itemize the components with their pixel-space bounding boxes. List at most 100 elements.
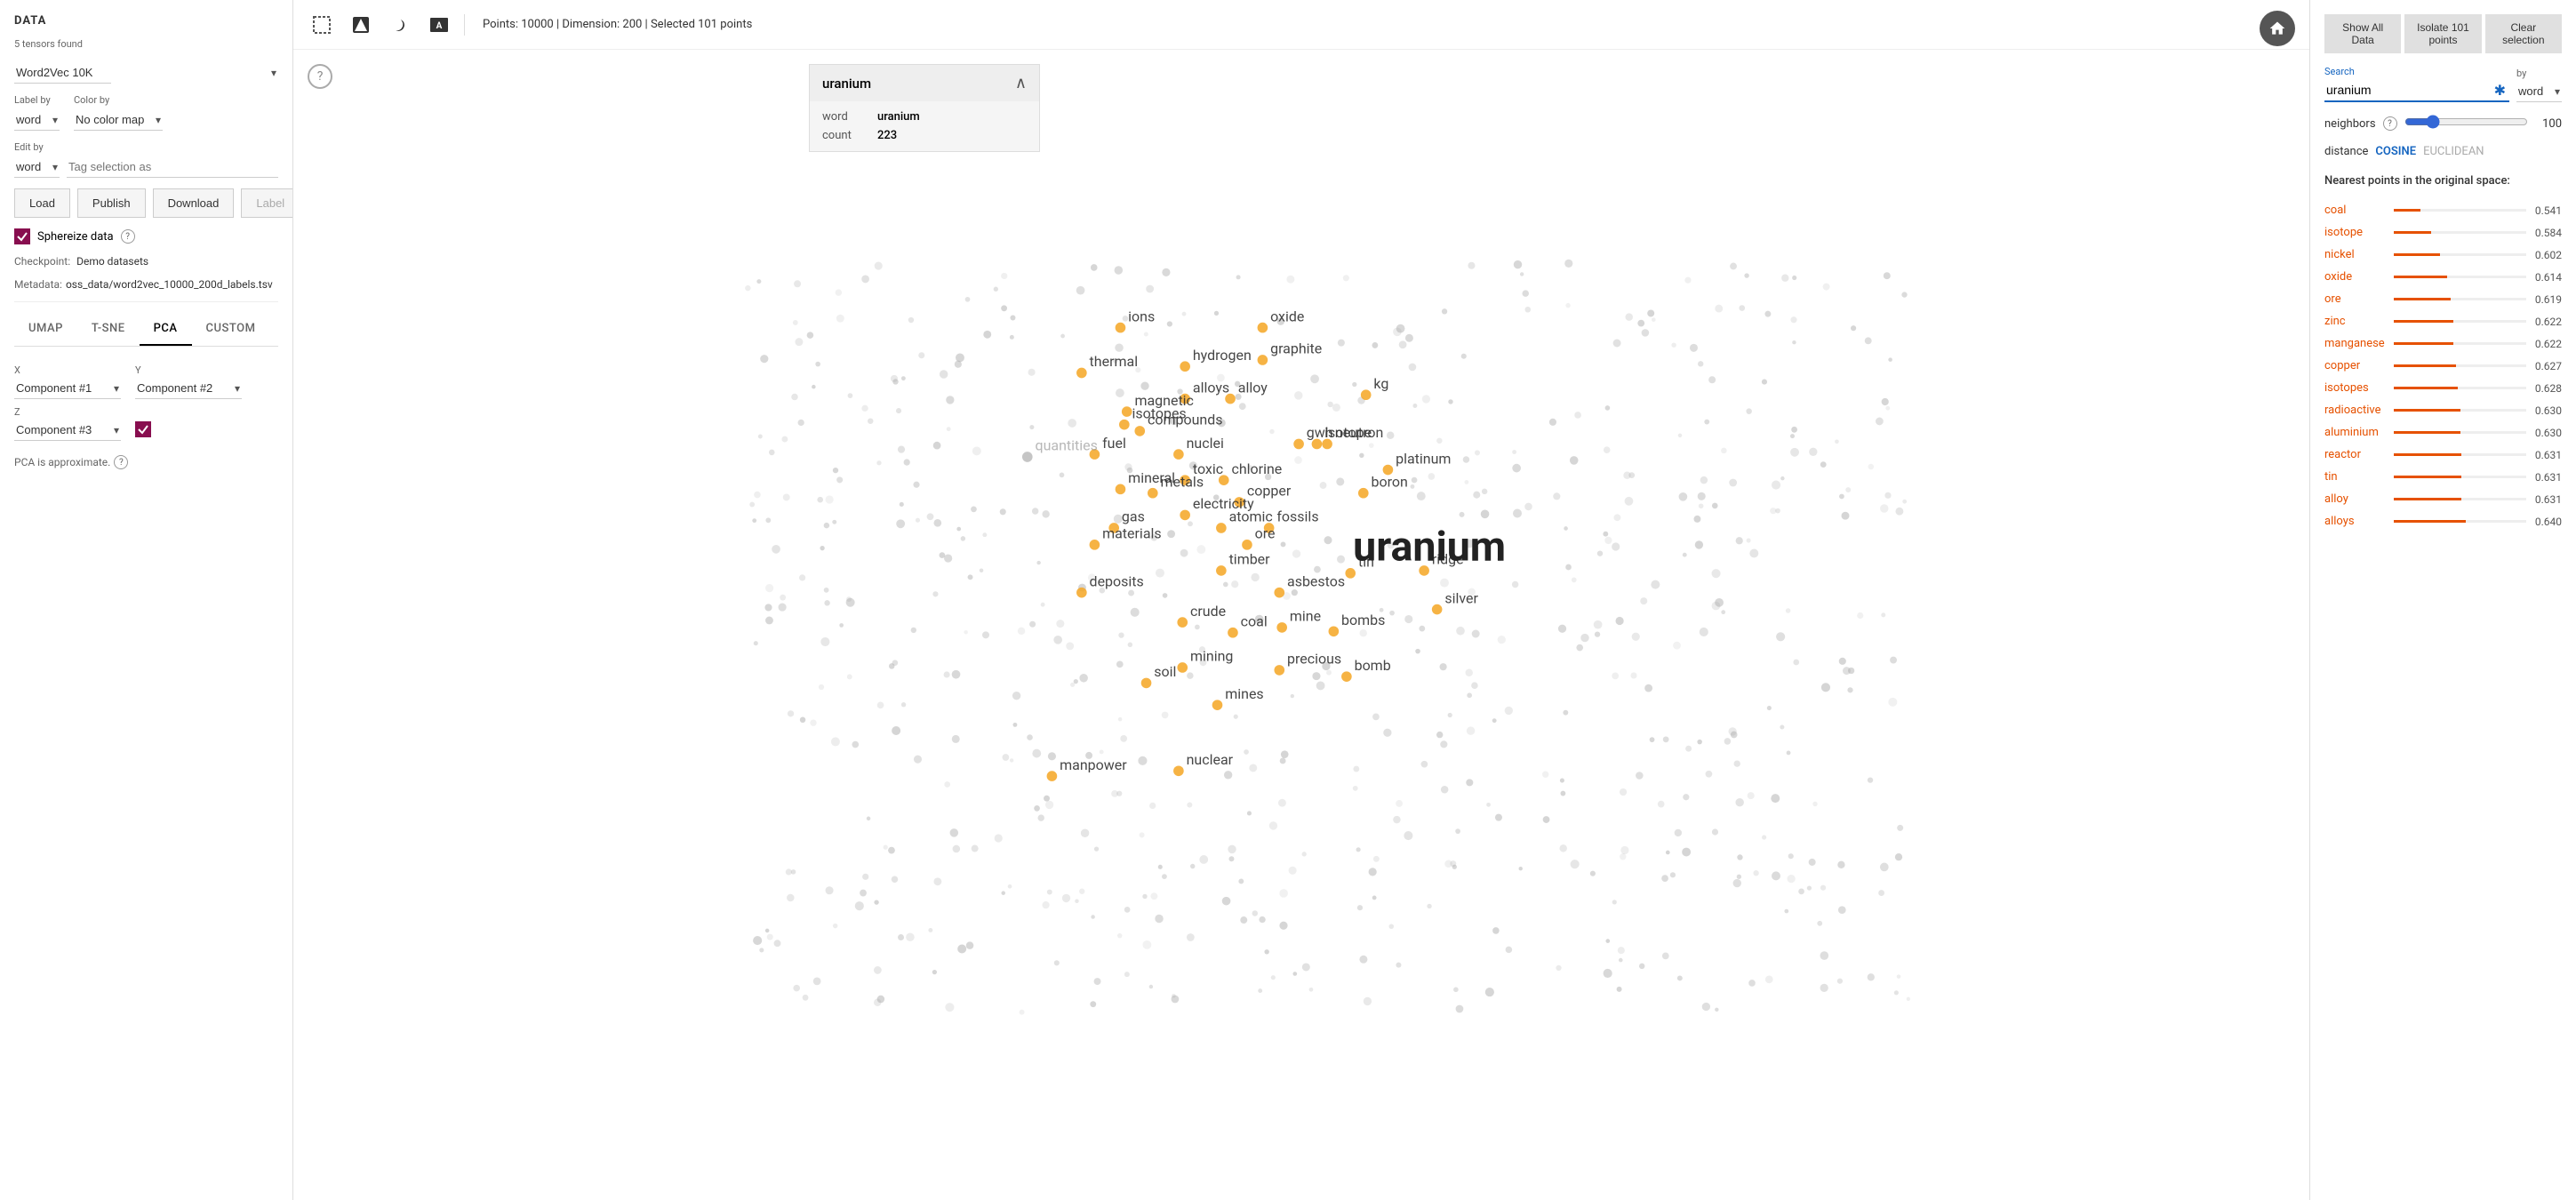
svg-text:crude: crude	[1190, 603, 1226, 620]
scatter-plot[interactable]: ionsthermalhydrogengraphiteoxidemagnetic…	[293, 50, 2309, 1200]
tab-umap[interactable]: UMAP	[14, 313, 77, 346]
z-select-wrap[interactable]: Component #3 ▾	[14, 420, 121, 441]
publish-button[interactable]: Publish	[77, 188, 146, 218]
svg-text:bomb: bomb	[1355, 657, 1391, 674]
svg-text:asbestos: asbestos	[1287, 572, 1345, 589]
z-select[interactable]: Component #3	[14, 420, 121, 441]
tab-t-sne[interactable]: T-SNE	[77, 313, 140, 346]
night-mode-icon[interactable]	[347, 11, 375, 39]
distance-euclidean-option[interactable]: EUCLIDEAN	[2423, 145, 2484, 158]
selection-rect-icon[interactable]	[308, 11, 336, 39]
isolate-points-button[interactable]: Isolate 101 points	[2404, 14, 2481, 53]
tooltip-word-key: word	[822, 110, 867, 124]
app-title: DATA	[14, 14, 278, 28]
edit-by-select[interactable]: word	[14, 156, 60, 178]
svg-text:isotopes: isotopes	[1132, 404, 1187, 421]
home-button[interactable]	[2260, 11, 2295, 46]
svg-text:nuclear: nuclear	[1187, 751, 1234, 768]
right-top-buttons: Show All Data Isolate 101 points Clear s…	[2324, 14, 2562, 53]
nearest-item-name[interactable]: nickel	[2324, 248, 2390, 261]
label-by-select[interactable]: word	[14, 109, 60, 131]
tab-custom[interactable]: CUSTOM	[192, 313, 270, 346]
load-button[interactable]: Load	[14, 188, 70, 218]
tab-pca[interactable]: PCA	[140, 313, 192, 346]
x-select-wrap[interactable]: Component #1 ▾	[14, 378, 121, 399]
nearest-item-name[interactable]: oxide	[2324, 270, 2390, 284]
search-row: Search ✱ by word ▾	[2324, 66, 2562, 102]
nearest-item-bar	[2394, 320, 2526, 323]
nearest-item-name[interactable]: copper	[2324, 359, 2390, 372]
checkpoint-label: Checkpoint:	[14, 255, 70, 268]
by-select-row: word ▾	[2516, 81, 2562, 102]
svg-text:alloys: alloys	[1193, 379, 1229, 396]
checkpoint-value: Demo datasets	[76, 255, 148, 268]
tag-selection-input[interactable]	[67, 156, 278, 178]
nearest-item-score: 0.584	[2530, 227, 2562, 239]
nearest-item-name[interactable]: zinc	[2324, 315, 2390, 328]
nearest-item-score: 0.630	[2530, 404, 2562, 417]
nearest-item: alloys0.640	[2324, 511, 2562, 532]
svg-text:materials: materials	[1102, 525, 1162, 542]
dataset-select-arrow: ▾	[271, 67, 276, 79]
by-select-wrap[interactable]: word ▾	[2516, 81, 2562, 102]
sphereize-label: Sphereize data	[37, 230, 114, 244]
pca-approx-help-icon[interactable]: ?	[114, 455, 128, 469]
search-input-wrap: ✱	[2324, 79, 2509, 102]
nearest-item-name[interactable]: alloys	[2324, 515, 2390, 528]
nearest-item: radioactive 0.630	[2324, 400, 2562, 420]
svg-text:fossils: fossils	[1276, 508, 1318, 525]
metadata-row: Metadata: oss_data/word2vec_10000_200d_l…	[14, 278, 278, 291]
nearest-item: ore0.619	[2324, 289, 2562, 309]
search-asterisk-icon: ✱	[2494, 82, 2506, 99]
svg-text:alloy: alloy	[1238, 379, 1268, 396]
toolbar-separator	[464, 14, 465, 36]
color-by-select[interactable]: No color map	[74, 109, 163, 131]
tooltip-word-row: word uranium	[822, 110, 1027, 124]
nearest-item-name[interactable]: aluminium	[2324, 426, 2390, 439]
nearest-item-name[interactable]: radioactive	[2324, 404, 2390, 417]
search-col: Search ✱	[2324, 66, 2509, 102]
color-by-select-wrap[interactable]: No color map ▾	[74, 109, 163, 131]
y-select-wrap[interactable]: Component #2 ▾	[135, 378, 242, 399]
neighbors-slider[interactable]	[2404, 115, 2528, 129]
nearest-item-bar	[2394, 276, 2526, 278]
sphereize-help-icon[interactable]: ?	[121, 229, 135, 244]
tooltip-close-icon[interactable]: ∧	[1015, 74, 1027, 92]
nearest-item-name[interactable]: ore	[2324, 292, 2390, 306]
dataset-select-wrap[interactable]: Word2Vec 10K ▾	[14, 62, 278, 84]
top-stats: Points: 10000 | Dimension: 200 | Selecte…	[483, 18, 752, 31]
color-by-col: Color by No color map ▾	[74, 94, 163, 131]
search-input[interactable]	[2324, 79, 2494, 100]
label-text-icon[interactable]: A	[425, 11, 453, 39]
z-axis-row: Z Component #3 ▾	[14, 406, 278, 441]
nearest-item-bar	[2394, 209, 2526, 212]
nearest-item-score: 0.627	[2530, 360, 2562, 372]
download-button[interactable]: Download	[153, 188, 235, 218]
distance-cosine-option[interactable]: COSINE	[2375, 145, 2416, 158]
y-select[interactable]: Component #2	[135, 378, 242, 399]
show-all-data-button[interactable]: Show All Data	[2324, 14, 2401, 53]
tooltip-word-val: uranium	[877, 110, 920, 124]
by-select[interactable]: word	[2516, 81, 2562, 102]
nearest-item: isotopes0.628	[2324, 378, 2562, 398]
x-select[interactable]: Component #1	[14, 378, 121, 399]
dataset-select[interactable]: Word2Vec 10K	[14, 62, 111, 84]
nearest-item-name[interactable]: isotopes	[2324, 381, 2390, 395]
neighbors-help-icon[interactable]: ?	[2383, 116, 2397, 131]
distance-label: distance	[2324, 145, 2368, 158]
axis-section: X Component #1 ▾ Y Component #2 ▾	[14, 357, 278, 441]
nearest-item-name[interactable]: tin	[2324, 470, 2390, 484]
edit-by-select-wrap[interactable]: word ▾	[14, 156, 60, 178]
nearest-item-name[interactable]: isotope	[2324, 226, 2390, 239]
nearest-item-name[interactable]: alloy	[2324, 492, 2390, 506]
neighbors-row: neighbors ? 100	[2324, 115, 2562, 132]
nearest-item-name[interactable]: coal	[2324, 204, 2390, 217]
label-by-select-wrap[interactable]: word ▾	[14, 109, 60, 131]
moon-icon[interactable]	[386, 11, 414, 39]
nearest-item-score: 0.614	[2530, 271, 2562, 284]
sphereize-checkbox[interactable]	[14, 228, 30, 244]
z-axis-checkbox[interactable]	[135, 421, 151, 437]
nearest-item-name[interactable]: manganese	[2324, 337, 2390, 350]
clear-selection-button[interactable]: Clear selection	[2485, 14, 2562, 53]
nearest-item-name[interactable]: reactor	[2324, 448, 2390, 461]
